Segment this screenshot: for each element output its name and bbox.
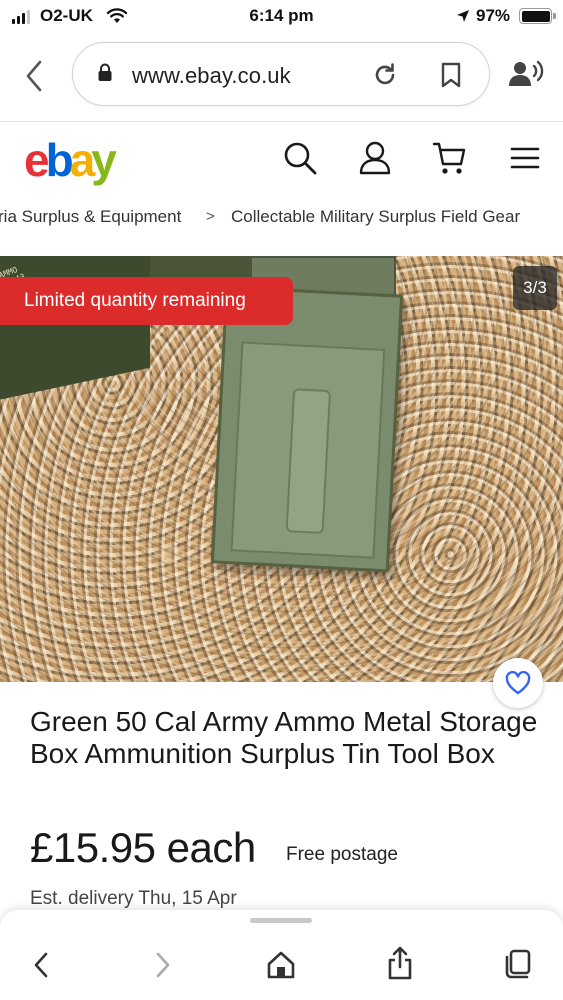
breadcrumb-item[interactable]: ria Surplus & Equipment (0, 207, 181, 227)
drag-handle[interactable] (250, 918, 312, 923)
home-icon[interactable] (266, 950, 296, 980)
ebay-logo[interactable]: ebay (24, 130, 117, 190)
battery-percent: 97% (476, 6, 511, 25)
tabs-icon[interactable] (504, 948, 536, 980)
battery-icon (519, 8, 556, 24)
cart-icon[interactable] (432, 140, 468, 176)
back-chevron-icon[interactable] (20, 58, 50, 94)
location-arrow-icon (457, 10, 469, 22)
reload-icon[interactable] (371, 61, 399, 89)
postage-info: Free postage (286, 844, 398, 865)
watch-button[interactable] (493, 658, 543, 708)
user-icon[interactable] (358, 140, 392, 176)
ammo-box-image (210, 285, 404, 573)
back-icon[interactable] (30, 950, 54, 980)
listing-title: Green 50 Cal Army Ammo Metal Storage Box… (30, 706, 538, 769)
breadcrumb-separator: > (206, 208, 215, 225)
reader-voice-icon[interactable] (508, 60, 544, 88)
search-icon[interactable] (282, 140, 318, 176)
lock-icon (98, 63, 112, 81)
browser-url-row: www.ebay.co.uk (0, 38, 563, 114)
delivery-estimate: Est. delivery Thu, 15 Apr (30, 888, 237, 909)
image-counter: 3/3 (513, 266, 557, 310)
url-text: www.ebay.co.uk (132, 63, 291, 88)
limited-quantity-badge: Limited quantity remaining (0, 277, 293, 325)
heart-icon (505, 671, 531, 695)
breadcrumb-item[interactable]: Collectable Military Surplus Field Gear (231, 207, 520, 227)
bookmark-icon[interactable] (439, 61, 463, 89)
forward-icon[interactable] (150, 950, 174, 980)
listing-price: £15.95 each (30, 824, 256, 871)
browser-toolbar (0, 910, 563, 1000)
site-header: ebay (0, 122, 563, 194)
status-bar: O2-UK 6:14 pm 97% (0, 0, 563, 34)
menu-icon[interactable] (510, 146, 540, 170)
breadcrumb: ria Surplus & Equipment > Collectable Mi… (0, 207, 563, 231)
address-bar[interactable]: www.ebay.co.uk (72, 42, 490, 106)
share-icon[interactable] (386, 946, 414, 980)
